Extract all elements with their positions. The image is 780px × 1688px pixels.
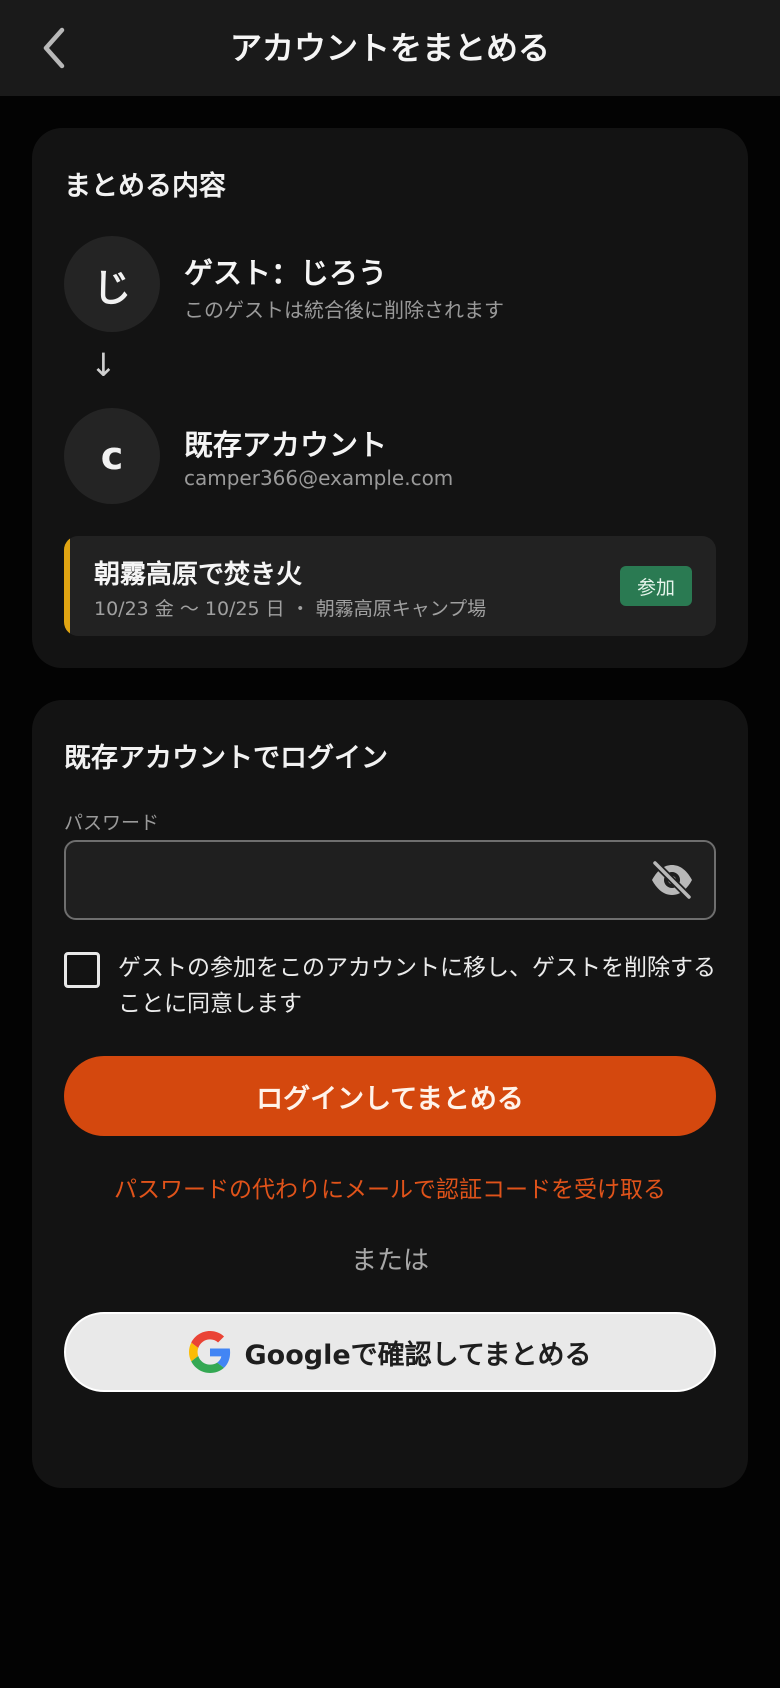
login-and-merge-button[interactable]: ログインしてまとめる <box>64 1056 716 1136</box>
existing-account-email: camper366@example.com <box>184 466 454 490</box>
event-accent-bar <box>64 536 70 636</box>
consent-checkbox[interactable] <box>64 952 100 988</box>
event-details: 10/23 金 〜 10/25 日 ・ 朝霧高原キャンプ場 <box>94 598 487 620</box>
event-item: 朝霧高原で焚き火 10/23 金 〜 10/25 日 ・ 朝霧高原キャンプ場 参… <box>64 536 716 636</box>
google-merge-button[interactable]: Googleで確認してまとめる <box>64 1312 716 1392</box>
guest-avatar: じ <box>64 236 160 332</box>
password-label: パスワード <box>64 812 160 834</box>
page-title: アカウントをまとめる <box>229 29 550 67</box>
existing-account-name: 既存アカウント <box>184 428 388 462</box>
login-title: 既存アカウントでログイン <box>64 743 388 774</box>
merge-arrow-icon: ↓ <box>90 346 117 384</box>
guest-name: ゲスト：じろう <box>184 256 388 290</box>
toggle-password-visibility-button[interactable] <box>648 858 696 902</box>
or-divider-label: または <box>350 1246 429 1276</box>
eye-off-icon <box>651 859 693 901</box>
consent-text: ゲストの参加をこのアカウントに移し、ゲストを削除することに同意します <box>118 955 716 1017</box>
app-header: アカウントをまとめる <box>0 0 780 96</box>
google-icon <box>188 1331 230 1373</box>
event-title: 朝霧高原で焚き火 <box>94 560 303 590</box>
existing-account-avatar: c <box>64 408 160 504</box>
merge-summary-title: まとめる内容 <box>64 171 226 202</box>
google-button-label: Googleで確認してまとめる <box>244 1339 592 1371</box>
email-code-link[interactable]: パスワードの代わりにメールで認証コードを受け取る <box>32 1170 748 1204</box>
guest-delete-note: このゲストは統合後に削除されます <box>184 298 504 322</box>
merge-summary-card: まとめる内容 じ ゲスト：じろう このゲストは統合後に削除されます ↓ c 既存… <box>32 128 748 668</box>
event-status-badge: 参加 <box>620 566 692 606</box>
login-card: 既存アカウントでログイン パスワード ゲストの参加をこのアカウントに移し、ゲスト… <box>32 700 748 1488</box>
password-field[interactable] <box>64 840 716 920</box>
password-input[interactable] <box>86 856 626 904</box>
